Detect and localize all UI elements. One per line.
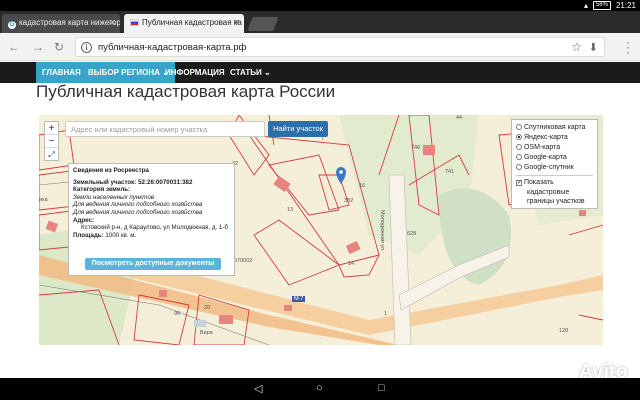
divider xyxy=(516,175,593,176)
recents-nav-icon[interactable]: □ xyxy=(378,382,385,394)
map-label: 16 xyxy=(359,183,366,189)
zoom-out-button[interactable]: − xyxy=(45,135,58,148)
google-icon: G xyxy=(8,21,16,29)
battery-icon: 58% xyxy=(592,1,611,10)
parcel-label: Земельный участок: xyxy=(73,178,137,186)
back-nav-icon[interactable]: ◁ xyxy=(254,382,262,395)
map-label: 746 xyxy=(411,145,421,151)
url-text[interactable]: публичная-кадастровая-карта.рф xyxy=(98,42,246,53)
info-icon[interactable]: i xyxy=(81,42,92,53)
usage-value: Для ведения личного подсобного хозяйства xyxy=(73,201,203,209)
tab-cadastral[interactable]: Публичная кадастровая ка ✕ xyxy=(124,14,244,33)
download-icon[interactable]: ⬇ xyxy=(589,41,598,54)
nav-info[interactable]: ИНФОРМАЦИЯ xyxy=(159,62,231,83)
layer-panel: Спутниковая карта Яндекс-карта OSM-карта… xyxy=(511,119,598,209)
show-documents-button[interactable]: Посмотреть доступные документы xyxy=(85,258,221,270)
browser-toolbar: ← → ↻ i публичная-кадастровая-карта.рф ☆… xyxy=(0,33,640,61)
radio-icon[interactable] xyxy=(516,164,522,170)
layer-option-yandex[interactable]: Яндекс-карта xyxy=(516,133,593,143)
checkbox-label: границы участков xyxy=(527,198,585,205)
map-label: 20 xyxy=(204,305,211,311)
android-navbar: ◁ ○ □ xyxy=(0,378,640,400)
map-label: 128 xyxy=(559,328,569,334)
category-value: Земли населенных пунктов xyxy=(73,193,154,201)
back-icon[interactable]: ← xyxy=(8,40,20,54)
layer-option-osm[interactable]: OSM-карта xyxy=(516,143,593,153)
signal-icon: ▴ xyxy=(583,1,588,10)
layer-option-google-map[interactable]: Google-карта xyxy=(516,153,593,163)
zoom-control: + − ⤢ xyxy=(44,121,59,161)
address-search-input[interactable]: Адрес или кадастровый номер участка xyxy=(65,121,265,137)
home-nav-icon[interactable]: ○ xyxy=(316,382,323,394)
address-label: Адрес: xyxy=(73,216,95,224)
address-bar[interactable]: i публичная-кадастровая-карта.рф ☆ ⬇ xyxy=(75,37,605,57)
highway-sign: М-7 xyxy=(292,296,306,302)
checkbox-icon[interactable]: ✓ xyxy=(516,180,522,186)
poi-label: Вира xyxy=(200,330,213,336)
clock: 21:21 xyxy=(615,1,636,10)
map-label: 628 xyxy=(407,231,417,237)
reload-icon[interactable]: ↻ xyxy=(54,40,64,54)
map-label: 1 xyxy=(384,311,388,317)
new-tab-button[interactable] xyxy=(247,17,279,31)
radio-icon[interactable] xyxy=(516,134,522,140)
map-label: 070002 xyxy=(234,258,253,264)
show-borders-checkbox[interactable]: ✓ Показать xyxy=(516,178,593,188)
radio-icon[interactable] xyxy=(516,154,522,160)
map-label: 96 xyxy=(174,311,181,317)
zoom-in-button[interactable]: + xyxy=(45,122,58,135)
close-tab-icon[interactable]: ✕ xyxy=(109,18,116,27)
checkbox-label: кадастровые xyxy=(527,189,570,196)
map-label: ика xyxy=(39,197,48,203)
russia-flag-icon xyxy=(130,19,139,26)
tab-strip: Gкадастровая карта нижегор ✕ Публичная к… xyxy=(0,11,640,33)
category-label: Категория земель: xyxy=(73,186,131,194)
map-label: 44 xyxy=(456,115,463,121)
area-value: 1000 кв. м. xyxy=(105,231,137,239)
find-parcel-button[interactable]: Найти участок xyxy=(268,121,328,137)
area-label: Площадь: xyxy=(73,231,104,239)
map-label: 13 xyxy=(287,207,294,213)
nav-home[interactable]: ГЛАВНАЯ xyxy=(36,62,87,83)
tab-search[interactable]: Gкадастровая карта нижегор ✕ xyxy=(2,14,120,33)
layer-option-google-satellite[interactable]: Google-спутник xyxy=(516,163,593,173)
map-label: 382 xyxy=(344,198,354,204)
status-bar: ▴ 58% 21:21 xyxy=(0,0,640,11)
parcel-number: 52:26:0070031:382 xyxy=(138,178,193,186)
close-tab-icon[interactable]: ✕ xyxy=(233,18,240,27)
parcel-info-popup: Сведения из Росреестра Земельный участок… xyxy=(68,163,235,276)
page-title: Публичная кадастровая карта России xyxy=(36,82,336,101)
layer-option-satellite[interactable]: Спутниковая карта xyxy=(516,123,593,133)
radio-icon[interactable] xyxy=(516,124,522,130)
map-label: 14 xyxy=(348,261,355,267)
site-navbar: ГЛАВНАЯ ВЫБОР РЕГИОНА ⌄ ИНФОРМАЦИЯ СТАТЬ… xyxy=(0,62,640,83)
star-icon[interactable]: ☆ xyxy=(571,40,582,54)
map-label: 741 xyxy=(445,169,455,175)
nav-articles[interactable]: СТАТЬИ ⌄ xyxy=(224,62,277,83)
usage-value: Для ведения личного подсобного хозяйства xyxy=(73,208,203,216)
radio-icon[interactable] xyxy=(516,144,522,150)
fullscreen-icon[interactable]: ⤢ xyxy=(45,148,58,161)
street-label: Молодежная ул. xyxy=(379,210,385,252)
menu-icon[interactable]: · · · xyxy=(626,36,630,58)
address-value: Кстовский р-н, д Караулово, ул Молодежна… xyxy=(81,224,228,232)
popup-title: Сведения из Росреестра xyxy=(73,167,149,174)
forward-icon[interactable]: → xyxy=(32,40,44,54)
